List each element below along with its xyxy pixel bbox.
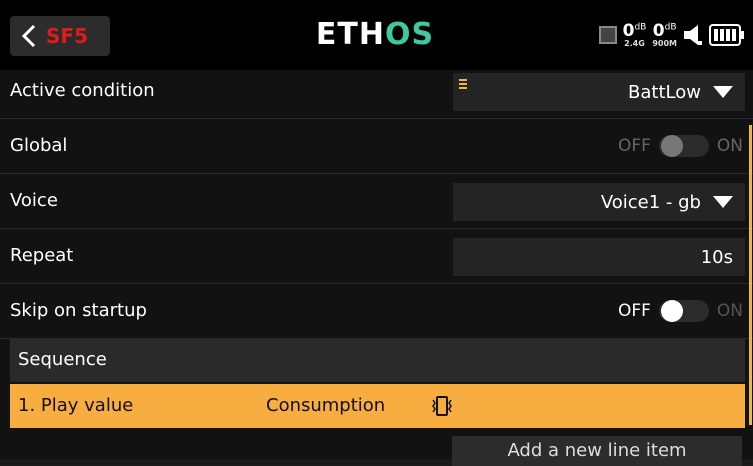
voice-select[interactable]: Voice1 - gb [453, 183, 745, 221]
row-active-condition: Active condition BattLow [0, 63, 753, 119]
speaker-icon[interactable] [683, 23, 703, 47]
sequence-header: Sequence [10, 338, 745, 382]
global-label: Global [10, 135, 68, 156]
active-condition-label: Active condition [10, 80, 155, 101]
voice-label: Voice [10, 190, 58, 211]
global-toggle[interactable]: OFF ON [618, 118, 743, 173]
toggle-track [658, 134, 709, 157]
row-global: Global OFF ON [0, 118, 753, 174]
active-condition-select[interactable]: BattLow [453, 73, 745, 111]
haptic-vibrate-icon [432, 396, 452, 416]
rssi-900m: 0dB 900M [652, 20, 677, 48]
row-voice: Voice Voice1 - gb [0, 173, 753, 229]
add-line-item-button[interactable]: Add a new line item [452, 436, 742, 466]
repeat-label: Repeat [10, 245, 74, 266]
row-repeat: Repeat 10s [0, 228, 753, 284]
chevron-left-icon [22, 24, 36, 48]
scrollbar[interactable] [749, 125, 752, 425]
toggle-knob [660, 134, 683, 157]
ethos-logo: ETHOS [315, 17, 435, 52]
skip-on-startup-toggle[interactable]: OFF ON [618, 283, 743, 338]
sequence-item[interactable]: 1. Play value Consumption [10, 384, 745, 428]
header-bar: SF5 ETHOS 0dB 2.4G 0dB 900M [0, 0, 753, 70]
chevron-down-icon [713, 86, 733, 98]
repeat-field[interactable]: 10s [453, 238, 745, 276]
battery-icon [709, 24, 744, 46]
trainer-indicator-icon [598, 26, 617, 44]
page-title: SF5 [46, 24, 88, 48]
skip-on-startup-label: Skip on startup [10, 300, 147, 321]
toggle-knob [660, 299, 683, 322]
row-skip-on-startup: Skip on startup OFF ON [0, 283, 753, 339]
menu-icon [459, 79, 467, 89]
status-bar: 0dB 2.4G 0dB 900M [585, 18, 745, 52]
sequence-item-label: 1. Play value [18, 395, 134, 416]
toggle-track [658, 299, 709, 322]
chevron-down-icon [713, 196, 733, 208]
sequence-item-value: Consumption [266, 395, 386, 416]
rssi-24g: 0dB 2.4G [622, 20, 647, 48]
screen: SF5 ETHOS 0dB 2.4G 0dB 900M Active condi… [0, 0, 753, 466]
back-button[interactable]: SF5 [10, 16, 110, 56]
